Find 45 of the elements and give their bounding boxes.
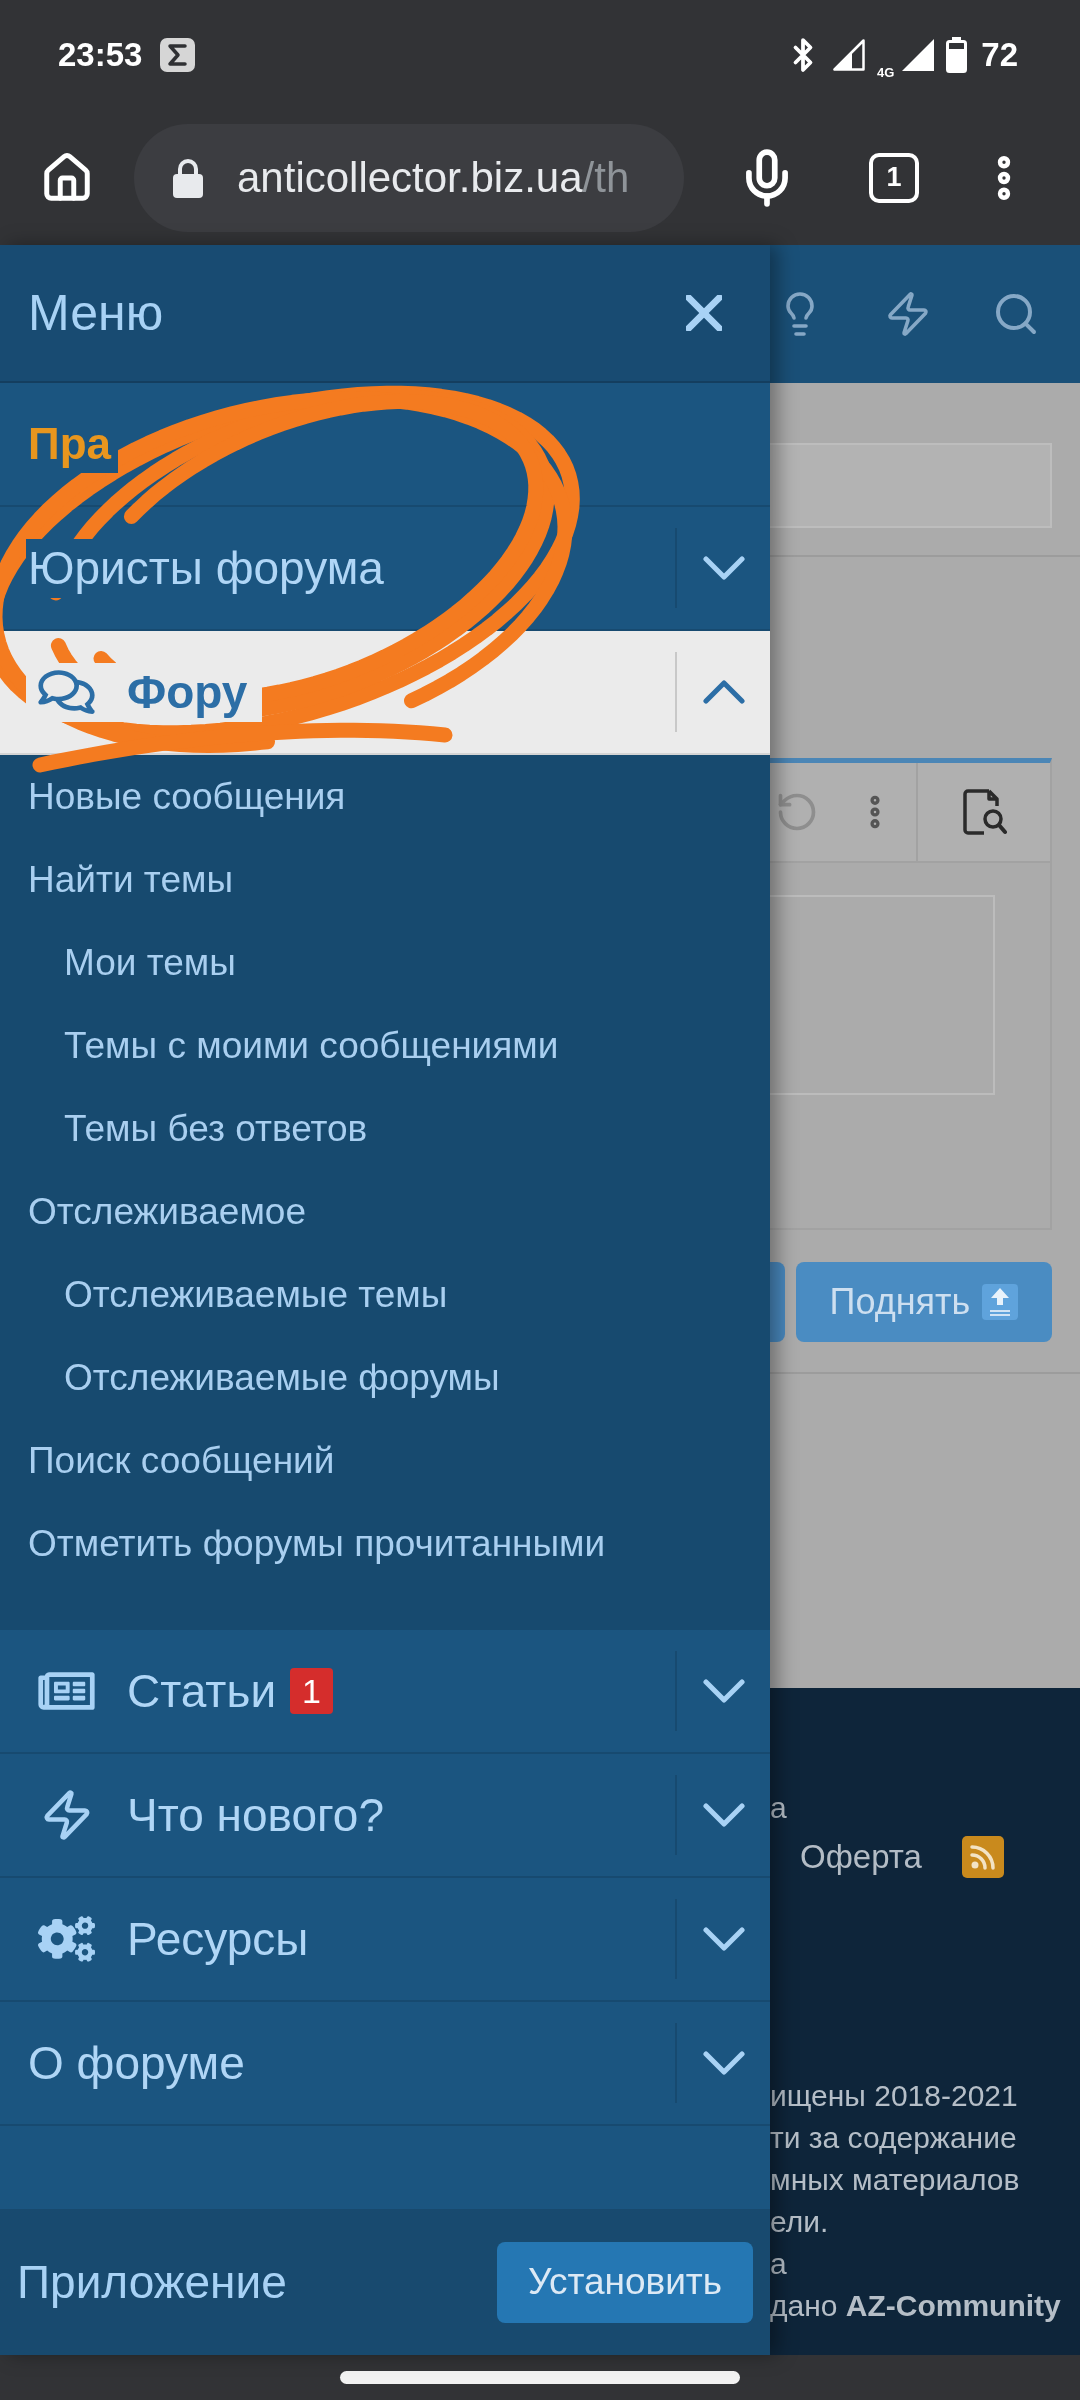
menu-link[interactable]: Юристы форума: [28, 541, 384, 595]
footer-link[interactable]: Оферта: [800, 1838, 922, 1876]
submenu-link[interactable]: Найти темы: [28, 858, 233, 901]
submenu-link[interactable]: Новые сообщения: [28, 775, 346, 818]
address-bar[interactable]: anticollector.biz.ua/th: [134, 123, 684, 232]
footer-text: дано AZ-Community: [770, 2288, 1061, 2324]
speech-bubbles-icon: [38, 667, 95, 717]
footer-text: а: [770, 2246, 787, 2282]
tab-switcher-button[interactable]: 1: [869, 152, 919, 203]
signal-icon: [902, 39, 935, 71]
submenu-link[interactable]: Мои темы: [64, 941, 236, 984]
submenu-link[interactable]: Отметить форумы прочитанными: [28, 1522, 606, 1565]
submenu-link[interactable]: Темы с моими сообщениями: [64, 1024, 559, 1067]
menu-link[interactable]: О форуме: [28, 2036, 245, 2090]
network-type: 4G: [876, 64, 895, 80]
clock-time: 23:53: [58, 36, 143, 74]
signal-icon: [832, 39, 865, 71]
app-label: Приложение: [17, 2255, 287, 2309]
submenu-link[interactable]: Отслеживаемые темы: [64, 1273, 448, 1316]
rss-icon[interactable]: [961, 1836, 1004, 1878]
submenu-link[interactable]: Отслеживаемые форумы: [64, 1356, 500, 1399]
menu-link[interactable]: Пра: [28, 418, 111, 470]
menu-link[interactable]: Фору: [28, 665, 248, 719]
battery-percent: 72: [981, 36, 1018, 74]
count-badge: 1: [290, 1668, 334, 1714]
menu-link[interactable]: Что нового?: [28, 1788, 384, 1842]
install-button[interactable]: Установить: [497, 2241, 753, 2323]
footer-text: ели.: [770, 2204, 829, 2240]
menu-title: Меню: [28, 284, 164, 342]
gears-icon: [38, 1916, 95, 1962]
footer-text: ищены 2018-2021: [770, 2078, 1018, 2114]
footer-text: ти за содержание: [770, 2120, 1017, 2156]
menu-link[interactable]: Статьи: [28, 1664, 277, 1718]
submenu-link[interactable]: Отслеживаемое: [28, 1190, 306, 1233]
footer-text: мных материалов: [770, 2162, 1020, 2198]
sigma-icon: [160, 38, 196, 72]
footer-text: а: [770, 1790, 787, 1826]
battery-icon: [946, 37, 968, 73]
submenu-link[interactable]: Поиск сообщений: [28, 1439, 335, 1482]
lock-icon: [173, 157, 203, 198]
input-field[interactable]: [770, 443, 1052, 528]
document-search-icon[interactable]: [963, 789, 1007, 835]
close-icon: [686, 295, 722, 331]
submenu-link[interactable]: Темы без ответов: [64, 1107, 368, 1150]
menu-link[interactable]: Ресурсы: [28, 1912, 309, 1966]
